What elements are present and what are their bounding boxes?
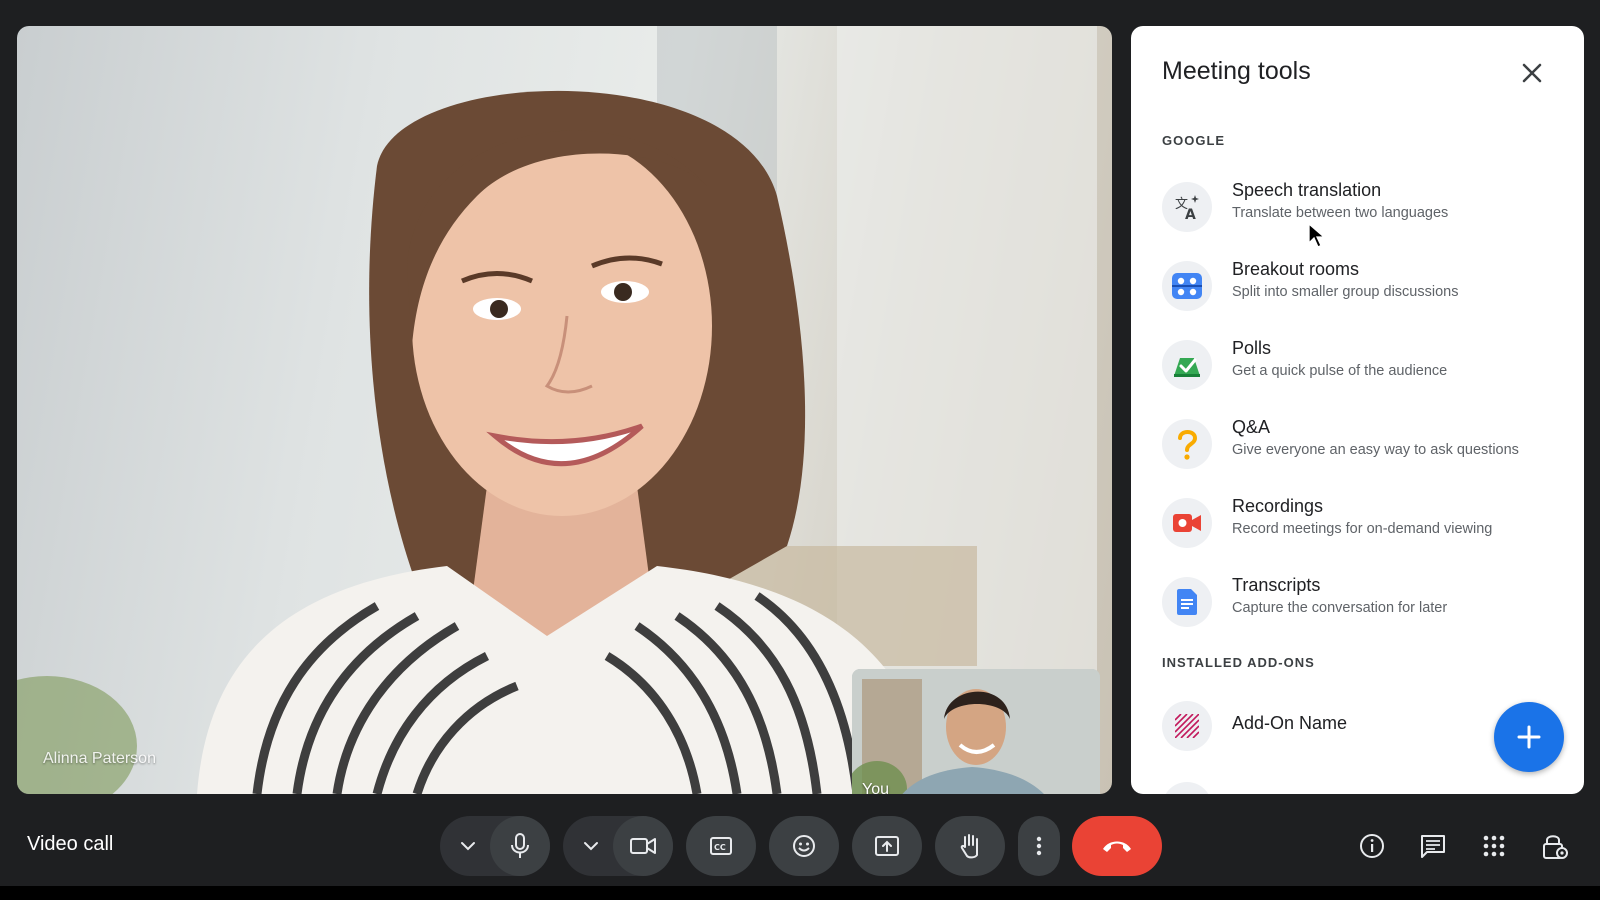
microphone-button[interactable] (490, 816, 550, 876)
meeting-details-button[interactable] (1355, 829, 1389, 863)
tool-polls[interactable]: Polls Get a quick pulse of the audience (1162, 332, 1562, 396)
participant-name-label: Alinna Paterson (43, 750, 156, 767)
more-options-button[interactable] (1018, 816, 1060, 876)
tool-name: Polls (1232, 338, 1272, 358)
svg-text:CC: CC (714, 843, 726, 852)
tool-qa[interactable]: Q&A Give everyone an easy way to ask que… (1162, 411, 1562, 475)
tool-speech-translation[interactable]: 文 A Speech translation Translate between… (1162, 174, 1562, 238)
microphone-icon (511, 833, 529, 858)
tool-name: Q&A (1232, 417, 1271, 437)
main-video-tile[interactable]: Alinna Paterson You (17, 26, 1112, 794)
microphone-control-group (440, 816, 550, 876)
emoji-icon (793, 835, 815, 857)
plus-icon (1517, 725, 1541, 749)
captions-button[interactable]: CC (686, 816, 756, 876)
tool-description: Translate between two languages (1232, 205, 1449, 221)
tool-description: Record meetings for on-demand viewing (1232, 521, 1493, 537)
raise-hand-icon (960, 834, 978, 859)
camera-button[interactable] (613, 816, 673, 876)
self-video-frame (852, 669, 1100, 794)
transcript-icon (1162, 577, 1212, 627)
tool-description: Give everyone an easy way to ask questio… (1232, 442, 1519, 458)
meeting-tools-panel: Meeting tools GOOGLE 文 A Speech translat… (1131, 26, 1584, 794)
present-screen-button[interactable] (852, 816, 922, 876)
breakout-rooms-icon (1162, 261, 1212, 311)
tool-name: Recordings (1232, 496, 1324, 516)
close-icon (1522, 63, 1542, 83)
video-settings-button[interactable] (563, 816, 618, 876)
host-controls-icon (1543, 835, 1568, 859)
tool-name: Breakout rooms (1232, 259, 1360, 279)
addon-name: Add-On Name (1232, 713, 1348, 733)
add-addon-button[interactable] (1494, 702, 1564, 772)
raise-hand-button[interactable] (935, 816, 1005, 876)
panel-title: Meeting tools (1162, 57, 1311, 85)
self-view-label: You (862, 781, 889, 794)
more-vert-icon (1036, 836, 1042, 856)
tool-recordings[interactable]: Recordings Record meetings for on-demand… (1162, 490, 1562, 554)
mouse-cursor-icon (1308, 223, 1326, 248)
addon-icon (1162, 701, 1212, 751)
camera-icon (630, 838, 656, 854)
question-icon (1162, 419, 1212, 469)
end-call-button[interactable] (1072, 816, 1162, 876)
tool-name: Transcripts (1232, 575, 1321, 595)
end-call-icon (1103, 841, 1131, 852)
audio-settings-button[interactable] (440, 816, 495, 876)
captions-icon: CC (710, 837, 732, 855)
tool-name: Speech translation (1232, 180, 1382, 200)
tool-transcripts[interactable]: Transcripts Capture the conversation for… (1162, 569, 1562, 633)
tool-description: Capture the conversation for later (1232, 600, 1448, 616)
tool-breakout-rooms[interactable]: Breakout rooms Split into smaller group … (1162, 253, 1562, 317)
recording-icon (1162, 498, 1212, 548)
activities-button[interactable] (1477, 829, 1511, 863)
section-label-installed-addons: INSTALLED ADD-ONS (1162, 655, 1315, 670)
info-icon (1360, 834, 1384, 858)
chat-icon (1421, 835, 1445, 858)
present-icon (875, 836, 899, 856)
tool-description: Get a quick pulse of the audience (1232, 363, 1448, 379)
camera-control-group (563, 816, 673, 876)
tool-description: Split into smaller group discussions (1232, 284, 1459, 300)
chevron-down-icon (460, 842, 475, 851)
call-title: Video call (27, 833, 114, 855)
chevron-down-icon (583, 842, 598, 851)
polls-icon (1162, 340, 1212, 390)
chat-button[interactable] (1416, 829, 1450, 863)
host-controls-button[interactable] (1538, 829, 1572, 863)
section-label-google: GOOGLE (1162, 133, 1226, 148)
apps-icon (1483, 835, 1505, 857)
svg-text:A: A (1185, 207, 1196, 221)
close-panel-button[interactable] (1517, 58, 1547, 88)
self-view-tile[interactable]: You (852, 669, 1100, 794)
reactions-button[interactable] (769, 816, 839, 876)
bottom-letterbox (0, 886, 1600, 900)
translate-icon: 文 A (1162, 182, 1212, 232)
addon-icon-partial (1162, 782, 1212, 794)
video-call-app: Alinna Paterson You Meeting tools GOOGLE (0, 0, 1600, 886)
